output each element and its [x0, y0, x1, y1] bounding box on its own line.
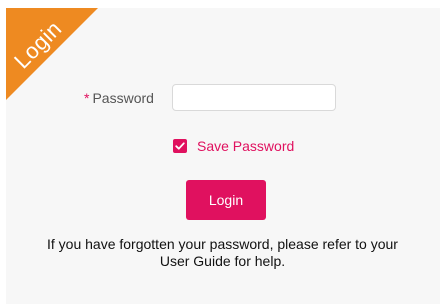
- check-icon: [175, 142, 185, 150]
- help-text-line-2: User Guide for help.: [159, 253, 286, 269]
- help-text-line-1: If you have forgotten your password, ple…: [47, 236, 398, 252]
- login-button[interactable]: Login: [186, 180, 266, 220]
- password-row: * Password: [0, 84, 445, 114]
- help-text: If you have forgotten your password, ple…: [0, 236, 445, 270]
- password-input[interactable]: [172, 84, 336, 111]
- password-label-text: Password: [92, 90, 154, 106]
- save-password-label[interactable]: Save Password: [197, 138, 294, 154]
- required-mark: *: [84, 90, 90, 106]
- password-label: * Password: [84, 90, 154, 106]
- login-page: Login * Password Save Password Login If y…: [0, 0, 445, 307]
- save-password-checkbox[interactable]: [173, 139, 187, 153]
